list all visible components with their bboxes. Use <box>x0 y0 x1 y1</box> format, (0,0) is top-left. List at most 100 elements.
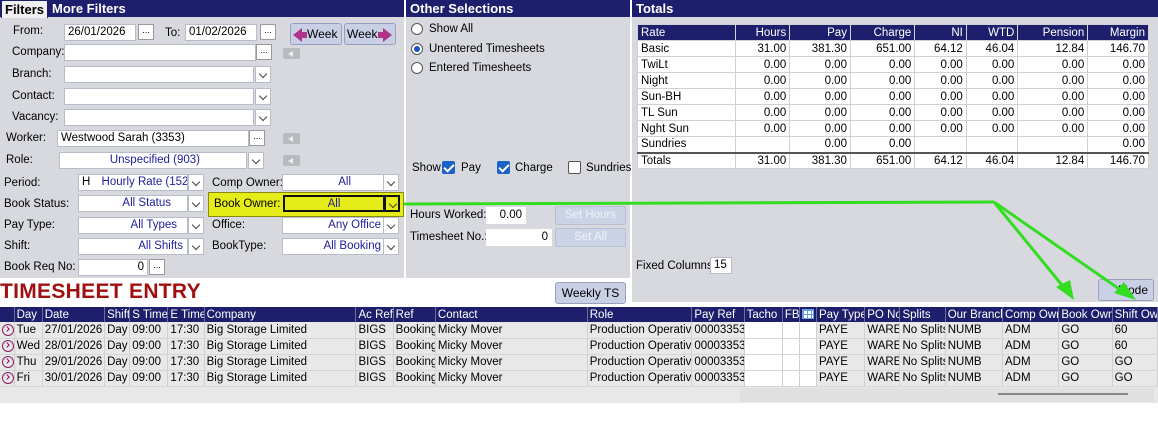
timesheet-cell[interactable]: Micky Mover <box>435 322 588 339</box>
shift-select[interactable]: All Shifts <box>78 238 188 255</box>
tab-filters[interactable]: Filters <box>1 0 49 18</box>
ts-col-header[interactable]: Day <box>14 307 43 322</box>
branch-select[interactable] <box>64 66 254 83</box>
timesheet-cell[interactable]: 17:30 <box>167 354 205 371</box>
ts-col-header[interactable]: Pay Ref <box>691 307 745 322</box>
ts-col-header[interactable]: Role <box>587 307 693 322</box>
role-chevron-down-icon[interactable] <box>248 152 264 169</box>
set-hours-button[interactable]: Set Hours <box>555 206 626 225</box>
timesheet-cell[interactable]: BIGS <box>355 322 394 339</box>
timesheet-cell[interactable] <box>782 322 800 339</box>
timesheet-cell[interactable]: GO <box>1058 354 1113 371</box>
company-clear-button[interactable] <box>283 48 300 59</box>
ts-col-header[interactable]: Our Branch <box>945 307 1004 322</box>
ts-col-header[interactable]: Comp Own <box>1002 307 1060 322</box>
timesheet-cell[interactable]: 09:00 <box>129 370 169 387</box>
grid-icon[interactable] <box>799 307 818 322</box>
timesheet-cell[interactable]: PAYE <box>816 338 866 355</box>
timesheet-cell[interactable]: GO <box>1112 354 1158 371</box>
timesheet-cell[interactable]: ADM <box>1002 354 1060 371</box>
timesheet-cell[interactable]: PAYE <box>816 370 866 387</box>
tab-more-filters[interactable]: More Filters <box>52 1 126 16</box>
timesheet-cell[interactable]: Booking <box>393 322 436 339</box>
timesheet-cell[interactable]: 17:30 <box>167 370 205 387</box>
timesheet-cell[interactable]: Tue <box>14 322 43 339</box>
scrollbar-thumb[interactable] <box>998 393 1128 395</box>
ts-col-header[interactable]: Book Own <box>1058 307 1113 322</box>
ts-col-header[interactable]: E Time <box>167 307 205 322</box>
pay-type-chevron-down-icon[interactable] <box>188 217 204 234</box>
comp-owner-select[interactable]: All <box>282 174 384 191</box>
timesheet-cell[interactable]: 09:00 <box>129 322 169 339</box>
timesheet-row[interactable]: Thu 29/01/2026 Day 09:00 17:30 Big Storage Li… <box>0 354 1158 371</box>
radio-show-all[interactable] <box>411 23 423 35</box>
timesheet-row[interactable]: Tue 27/01/2026 Day 09:00 17:30 Big Storage Li… <box>0 322 1158 339</box>
ts-col-header[interactable]: Date <box>42 307 106 322</box>
go-arrow-icon[interactable] <box>2 339 14 352</box>
timesheet-cell[interactable]: Booking <box>393 370 436 387</box>
timesheet-cell[interactable]: 00003353 <box>691 322 745 339</box>
worker-lookup-button[interactable]: ... <box>249 130 265 146</box>
worker-clear-button[interactable] <box>283 133 300 144</box>
timesheet-cell[interactable]: 29/01/2026 <box>42 354 106 371</box>
timesheet-cell[interactable]: 17:30 <box>167 322 205 339</box>
mode-button[interactable]: Mode <box>1098 279 1154 301</box>
timesheet-cell[interactable]: No Splits <box>899 322 946 339</box>
timesheet-cell[interactable]: No Splits <box>899 338 946 355</box>
timesheet-cell[interactable]: WARE <box>864 354 901 371</box>
ts-col-header[interactable]: Shift <box>104 307 131 322</box>
vacancy-select[interactable] <box>64 109 254 126</box>
timesheet-cell[interactable]: NUMB <box>945 322 1004 339</box>
radio-unentered[interactable] <box>411 43 423 55</box>
contact-chevron-down-icon[interactable] <box>255 88 271 105</box>
timesheet-cell[interactable]: Booking <box>393 354 436 371</box>
timesheet-no-field[interactable]: 0 <box>486 229 552 246</box>
timesheet-cell[interactable]: 09:00 <box>129 338 169 355</box>
timesheet-cell[interactable] <box>744 338 783 355</box>
book-status-chevron-down-icon[interactable] <box>188 195 204 212</box>
company-field[interactable] <box>64 44 256 61</box>
booktype-select[interactable]: All Booking <box>282 238 384 255</box>
to-date-field[interactable]: 01/02/2026 <box>185 24 257 41</box>
ts-col-header[interactable]: Shift Ow <box>1112 307 1158 322</box>
to-date-picker-button[interactable]: ... <box>260 24 276 40</box>
period-chevron-down-icon[interactable] <box>188 174 204 191</box>
timesheet-cell[interactable] <box>744 370 783 387</box>
timesheet-cell[interactable]: WARE <box>864 322 901 339</box>
office-select[interactable]: Any Office <box>282 217 384 234</box>
go-arrow-icon[interactable] <box>2 355 14 368</box>
timesheet-cell[interactable]: 28/01/2026 <box>42 338 106 355</box>
timesheet-cell[interactable]: 00003353 <box>691 354 745 371</box>
ts-col-header[interactable]: S Time <box>129 307 169 322</box>
timesheet-cell[interactable]: Big Storage Limited <box>204 354 357 371</box>
timesheet-cell[interactable]: GO <box>1058 322 1113 339</box>
timesheet-cell[interactable]: 27/01/2026 <box>42 322 106 339</box>
timesheet-cell[interactable]: No Splits <box>899 354 946 371</box>
timesheet-cell[interactable]: GO <box>1112 370 1158 387</box>
timesheet-cell[interactable]: ADM <box>1002 338 1060 355</box>
hours-worked-field[interactable]: 0.00 <box>486 207 526 224</box>
week-next-button[interactable]: Week <box>344 23 396 45</box>
ts-col-header[interactable]: Ac Ref <box>355 307 394 322</box>
timesheet-cell[interactable]: GO <box>1058 370 1113 387</box>
ts-col-header[interactable]: Splits <box>899 307 946 322</box>
timesheet-cell[interactable]: PAYE <box>816 354 866 371</box>
worker-field[interactable]: Westwood Sarah (3353) <box>57 130 249 147</box>
show-pay-checkbox[interactable] <box>442 161 455 174</box>
weekly-ts-button[interactable]: Weekly TS <box>555 282 626 304</box>
timesheet-cell[interactable]: BIGS <box>355 354 394 371</box>
timesheet-cell[interactable] <box>744 354 783 371</box>
timesheet-cell[interactable]: Day <box>104 322 131 339</box>
timesheet-cell[interactable]: Big Storage Limited <box>204 370 357 387</box>
fixed-columns-field[interactable]: 15 <box>710 257 732 274</box>
row-go-cell[interactable] <box>0 370 15 387</box>
timesheet-cell[interactable]: ADM <box>1002 370 1060 387</box>
timesheet-cell[interactable]: Big Storage Limited <box>204 338 357 355</box>
pay-type-select[interactable]: All Types <box>78 217 188 234</box>
timesheet-cell[interactable]: Production Operative <box>587 322 693 339</box>
timesheet-cell[interactable]: BIGS <box>355 370 394 387</box>
branch-chevron-down-icon[interactable] <box>255 66 271 83</box>
contact-select[interactable] <box>64 88 254 105</box>
timesheet-cell[interactable]: Day <box>104 354 131 371</box>
timesheet-cell[interactable]: Fri <box>14 370 43 387</box>
